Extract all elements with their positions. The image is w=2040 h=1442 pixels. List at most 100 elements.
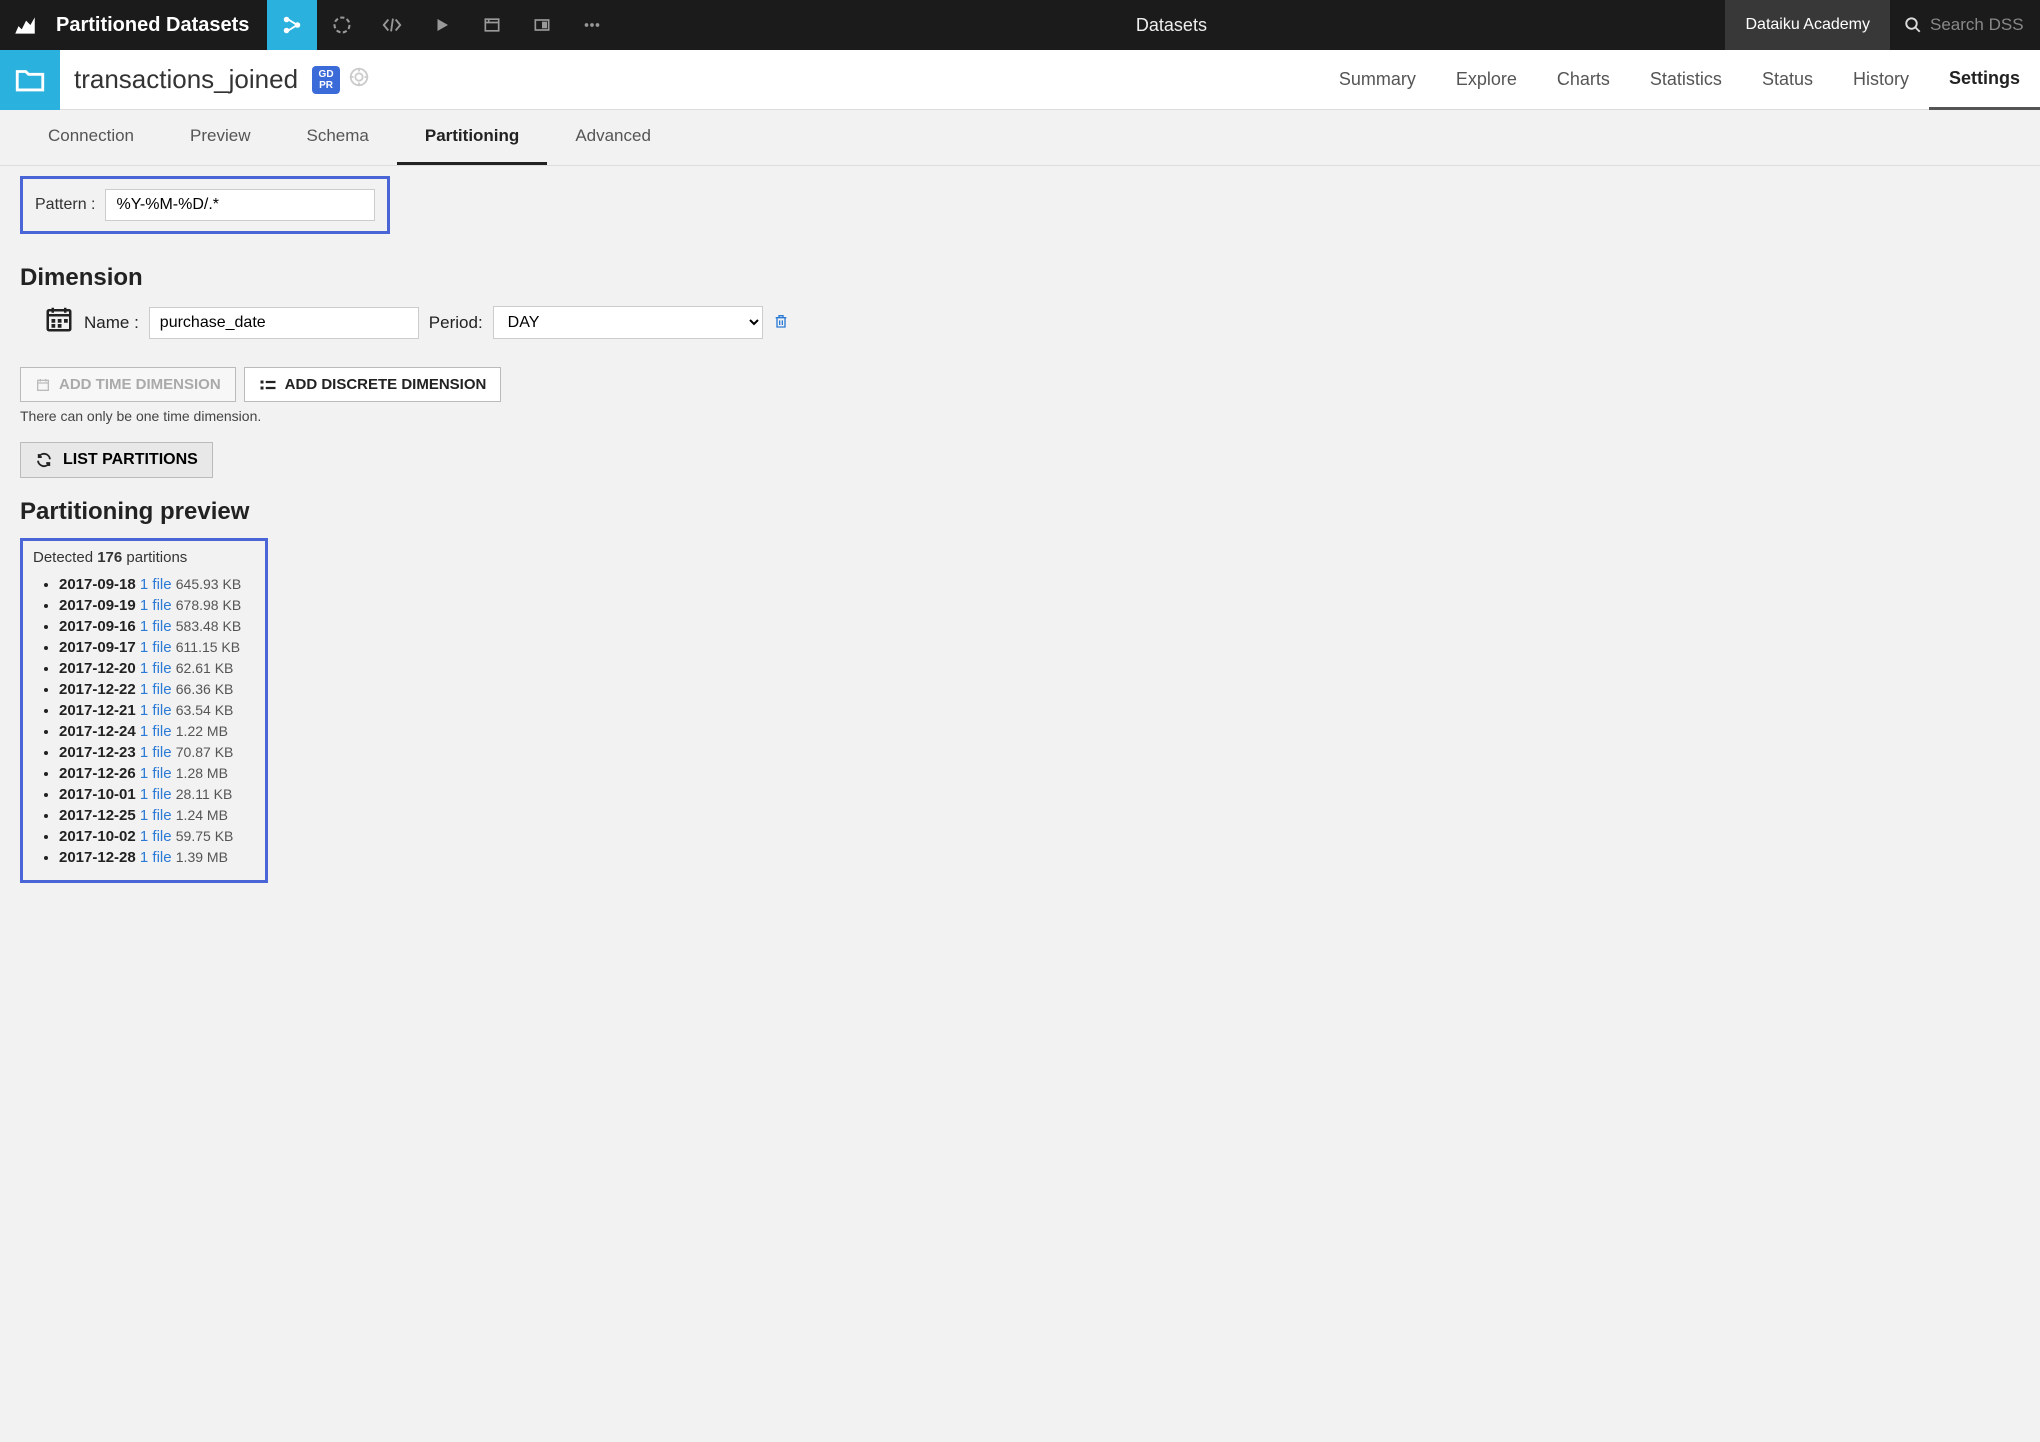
partition-date: 2017-12-23 [59,744,136,761]
dataset-header: transactions_joined GDPR SummaryExploreC… [0,50,2040,110]
preview-heading: Partitioning preview [20,498,2020,526]
settings-subtabs: ConnectionPreviewSchemaPartitioningAdvan… [0,110,2040,166]
play-icon[interactable] [417,0,467,50]
subtab-advanced[interactable]: Advanced [547,110,679,165]
discrete-icon [259,378,277,392]
dashboard-icon[interactable] [467,0,517,50]
partition-size: 611.15 KB [176,639,240,655]
dimension-row: Name : Period: DAY [44,304,2020,341]
global-search[interactable]: Search DSS [1890,0,2040,50]
partition-date: 2017-09-16 [59,618,136,635]
flow-icon[interactable] [267,0,317,50]
partition-size: 1.28 MB [176,765,228,781]
partition-row: 2017-12-24 1 file 1.22 MB [59,723,255,740]
partition-size: 63.54 KB [176,702,234,718]
refresh-icon [35,451,53,469]
dimension-period-select[interactable]: DAY [493,306,763,339]
partition-file-link[interactable]: 1 file [136,639,176,656]
partition-size: 59.75 KB [176,828,234,844]
project-folder-icon[interactable] [0,50,60,110]
subtab-partitioning[interactable]: Partitioning [397,110,547,165]
tab-statistics[interactable]: Statistics [1630,50,1742,110]
partition-date: 2017-12-24 [59,723,136,740]
add-time-dimension-button: ADD TIME DIMENSION [20,367,236,402]
partition-row: 2017-12-23 1 file 70.87 KB [59,744,255,761]
calendar-icon [44,304,74,341]
partition-date: 2017-12-22 [59,681,136,698]
search-placeholder: Search DSS [1930,15,2024,35]
partition-file-link[interactable]: 1 file [136,744,176,761]
partition-size: 583.48 KB [176,618,241,634]
partition-row: 2017-10-02 1 file 59.75 KB [59,828,255,845]
delete-dimension-icon[interactable] [773,313,789,332]
dimension-period-label: Period: [429,313,483,333]
dimension-heading: Dimension [20,264,2020,292]
partition-file-link[interactable]: 1 file [136,681,176,698]
subtab-preview[interactable]: Preview [162,110,278,165]
partition-size: 66.36 KB [176,681,234,697]
partition-date: 2017-10-01 [59,786,136,803]
partition-file-link[interactable]: 1 file [136,807,176,824]
partition-size: 28.11 KB [176,786,233,802]
circle-icon[interactable] [317,0,367,50]
partition-row: 2017-12-28 1 file 1.39 MB [59,849,255,866]
partition-file-link[interactable]: 1 file [136,618,176,635]
tab-settings[interactable]: Settings [1929,50,2040,110]
tab-charts[interactable]: Charts [1537,50,1630,110]
partition-row: 2017-09-19 1 file 678.98 KB [59,597,255,614]
partition-row: 2017-12-22 1 file 66.36 KB [59,681,255,698]
dimension-name-input[interactable] [149,307,419,339]
partition-row: 2017-12-20 1 file 62.61 KB [59,660,255,677]
partition-date: 2017-09-19 [59,597,136,614]
pattern-input[interactable] [105,189,375,221]
tab-history[interactable]: History [1833,50,1929,110]
partition-file-link[interactable]: 1 file [136,828,176,845]
tab-explore[interactable]: Explore [1436,50,1537,110]
subtab-connection[interactable]: Connection [20,110,162,165]
academy-link[interactable]: Dataiku Academy [1725,0,1890,50]
tab-summary[interactable]: Summary [1319,50,1436,110]
partition-size: 1.22 MB [176,723,228,739]
breadcrumb[interactable]: Datasets [617,15,1725,36]
gdpr-badge[interactable]: GDPR [312,66,340,94]
code-icon[interactable] [367,0,417,50]
partition-row: 2017-12-25 1 file 1.24 MB [59,807,255,824]
partition-row: 2017-09-18 1 file 645.93 KB [59,576,255,593]
list-partitions-button[interactable]: LIST PARTITIONS [20,442,213,478]
app-title: Partitioned Datasets [50,14,267,37]
partition-file-link[interactable]: 1 file [136,765,176,782]
partition-date: 2017-09-17 [59,639,136,656]
partition-size: 62.61 KB [176,660,234,676]
partition-date: 2017-09-18 [59,576,136,593]
partition-row: 2017-10-01 1 file 28.11 KB [59,786,255,803]
subtab-schema[interactable]: Schema [278,110,396,165]
partition-size: 1.24 MB [176,807,228,823]
partition-row: 2017-12-26 1 file 1.28 MB [59,765,255,782]
partition-date: 2017-12-25 [59,807,136,824]
partition-preview-box: Detected 176 partitions 2017-09-18 1 fil… [20,538,268,883]
partition-file-link[interactable]: 1 file [136,723,176,740]
partition-file-link[interactable]: 1 file [136,702,176,719]
target-icon[interactable] [348,66,370,94]
detected-text: Detected 176 partitions [33,549,255,566]
tab-status[interactable]: Status [1742,50,1833,110]
partition-file-link[interactable]: 1 file [136,660,176,677]
dimension-name-label: Name : [84,313,139,333]
partition-row: 2017-09-17 1 file 611.15 KB [59,639,255,656]
partition-size: 678.98 KB [176,597,241,613]
partition-date: 2017-12-20 [59,660,136,677]
partition-file-link[interactable]: 1 file [136,597,176,614]
partition-file-link[interactable]: 1 file [136,576,176,593]
top-navbar: Partitioned Datasets Datasets Dataiku Ac… [0,0,2040,50]
pattern-box: Pattern : [20,176,390,234]
partition-size: 1.39 MB [176,849,228,865]
dataset-name: transactions_joined [60,64,312,95]
logo-icon[interactable] [0,0,50,50]
partition-date: 2017-12-26 [59,765,136,782]
dimension-hint: There can only be one time dimension. [20,408,2020,424]
more-icon[interactable] [567,0,617,50]
partition-file-link[interactable]: 1 file [136,849,176,866]
partition-file-link[interactable]: 1 file [136,786,176,803]
panel-icon[interactable] [517,0,567,50]
add-discrete-dimension-button[interactable]: ADD DISCRETE DIMENSION [244,367,502,402]
